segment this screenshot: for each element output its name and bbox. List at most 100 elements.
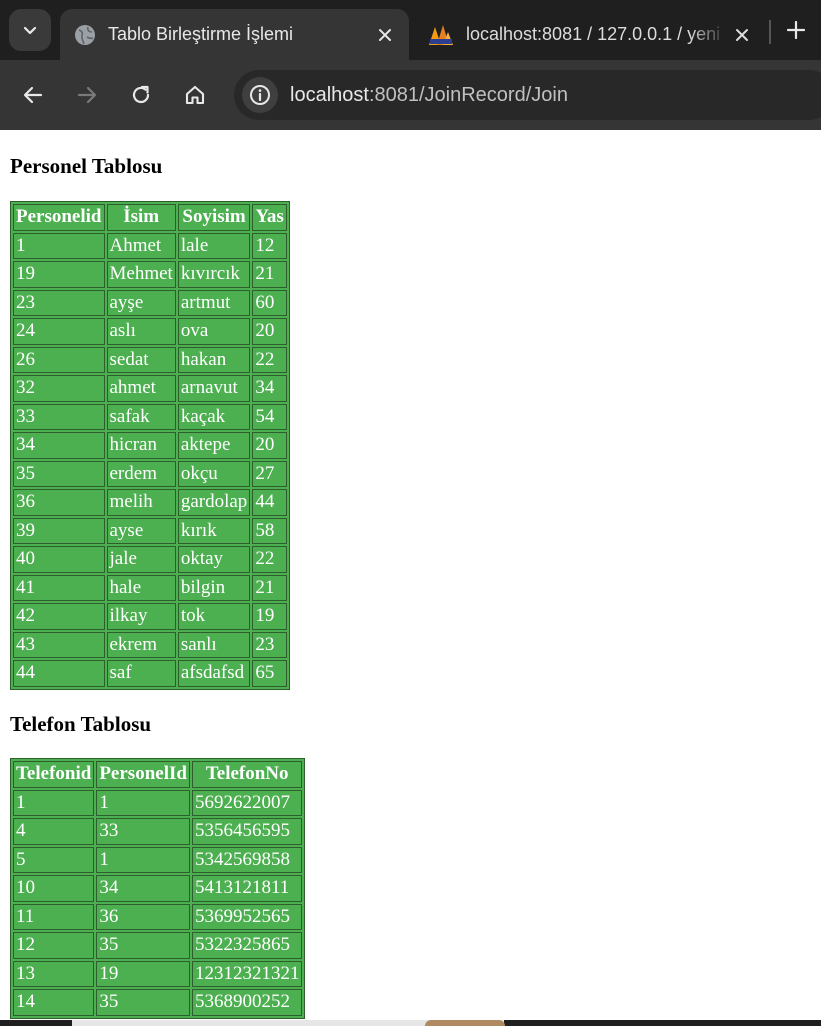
table-cell: 5 xyxy=(13,846,95,873)
table-row: 26 sedat hakan 22 xyxy=(13,346,287,373)
table-cell: oktay xyxy=(177,546,251,573)
forward-button[interactable] xyxy=(71,79,103,111)
back-button[interactable] xyxy=(17,79,49,111)
arrow-left-icon xyxy=(23,86,43,104)
table-cell: 10 xyxy=(13,875,95,902)
table-cell: bilgin xyxy=(177,574,251,601)
column-header: Telefonid xyxy=(13,761,95,788)
table-cell: 44 xyxy=(252,489,287,516)
table-cell: 24 xyxy=(13,318,105,345)
tab-title: localhost:8081 / 127.0.0.1 / yeni xyxy=(466,24,721,44)
table-cell: ayse xyxy=(106,517,176,544)
table-cell: 34 xyxy=(13,432,105,459)
home-icon xyxy=(185,85,205,105)
table-cell: 36 xyxy=(96,903,190,930)
plus-icon xyxy=(787,21,805,39)
table-cell: melih xyxy=(106,489,176,516)
tab-title: Tablo Birleştirme İşlemi xyxy=(108,24,294,44)
globe-icon xyxy=(75,24,95,45)
table-cell: 12 xyxy=(13,932,95,959)
close-icon xyxy=(736,28,748,41)
table-row: 32 ahmet arnavut 34 xyxy=(13,375,287,402)
personel-table: Personelid İsim Soyisim Yas 1 Ahmet lale 12 19 M… xyxy=(10,201,290,690)
table-cell: 65 xyxy=(252,660,287,687)
table-row: 11 36 5369952565 xyxy=(13,903,303,930)
table-cell: artmut xyxy=(177,289,251,316)
table-row: 43 ekrem sanlı 23 xyxy=(13,631,287,658)
table-cell: 34 xyxy=(96,875,190,902)
tab-search-button[interactable] xyxy=(9,9,51,51)
new-tab-button[interactable] xyxy=(780,14,812,46)
table-row: 33 safak kaçak 54 xyxy=(13,403,287,430)
table-cell: ekrem xyxy=(106,631,176,658)
table-cell: 13 xyxy=(13,960,95,987)
table-row: 5 1 5342569858 xyxy=(13,846,303,873)
info-icon xyxy=(250,85,270,105)
tab-join-page[interactable]: Tablo Birleştirme İşlemi xyxy=(60,9,409,60)
table-cell: 40 xyxy=(13,546,105,573)
table-cell: 1 xyxy=(13,789,95,816)
column-header: PersonelId xyxy=(96,761,190,788)
site-info-button[interactable] xyxy=(242,77,278,113)
table-cell: 19 xyxy=(13,261,105,288)
arrow-right-icon xyxy=(77,86,97,104)
table-cell: 34 xyxy=(252,375,287,402)
tab-close-button[interactable] xyxy=(728,21,756,49)
url-text: localhost:8081/JoinRecord/Join xyxy=(290,84,568,107)
table-row: 39 ayse kırık 58 xyxy=(13,517,287,544)
table-cell: 42 xyxy=(13,603,105,630)
table-cell: 23 xyxy=(252,631,287,658)
table-cell: 32 xyxy=(13,375,105,402)
table-cell: 44 xyxy=(13,660,105,687)
tab-phpmyadmin[interactable]: localhost:8081 / 127.0.0.1 / yeni xyxy=(416,9,766,60)
table-cell: 12 xyxy=(252,232,287,259)
table-cell: 36 xyxy=(13,489,105,516)
table-cell: 39 xyxy=(13,517,105,544)
table-cell: okçu xyxy=(177,460,251,487)
table-header-row: Telefonid PersonelId TelefonNo xyxy=(13,761,303,788)
reload-icon xyxy=(132,85,150,104)
table-cell: aktepe xyxy=(177,432,251,459)
address-bar[interactable]: localhost:8081/JoinRecord/Join xyxy=(234,70,821,120)
phpmyadmin-icon xyxy=(429,24,453,45)
taskbar-thumbnail xyxy=(425,1020,505,1026)
table-cell: afsdafsd xyxy=(177,660,251,687)
table-row: 42 ilkay tok 19 xyxy=(13,603,287,630)
taskbar-strip xyxy=(0,1020,821,1026)
table-row: 13 19 12312321321 xyxy=(13,960,303,987)
table-cell: Ahmet xyxy=(106,232,176,259)
table-row: 35 erdem okçu 27 xyxy=(13,460,287,487)
table-cell: 11 xyxy=(13,903,95,930)
table-cell: erdem xyxy=(106,460,176,487)
table-cell: 26 xyxy=(13,346,105,373)
table-row: 34 hicran aktepe 20 xyxy=(13,432,287,459)
table-cell: 5413121811 xyxy=(191,875,303,902)
table-row: 40 jale oktay 22 xyxy=(13,546,287,573)
table-cell: 14 xyxy=(13,989,95,1016)
browser-toolbar: localhost:8081/JoinRecord/Join xyxy=(0,60,821,130)
home-button[interactable] xyxy=(179,79,211,111)
table-row: 24 aslı ova 20 xyxy=(13,318,287,345)
table-cell: 22 xyxy=(252,346,287,373)
table-cell: hale xyxy=(106,574,176,601)
table-cell: safak xyxy=(106,403,176,430)
table-cell: 60 xyxy=(252,289,287,316)
table-cell: 41 xyxy=(13,574,105,601)
table-cell: 33 xyxy=(96,818,190,845)
table-row: 41 hale bilgin 21 xyxy=(13,574,287,601)
column-header: Soyisim xyxy=(177,204,251,231)
table-row: 1 Ahmet lale 12 xyxy=(13,232,287,259)
column-header: Personelid xyxy=(13,204,105,231)
table-header-row: Personelid İsim Soyisim Yas xyxy=(13,204,287,231)
tab-strip: Tablo Birleştirme İşlemi localhost:8081 … xyxy=(0,0,821,60)
table-cell: sanlı xyxy=(177,631,251,658)
tab-close-button[interactable] xyxy=(371,21,399,49)
table-cell: 35 xyxy=(96,989,190,1016)
table-cell: 21 xyxy=(252,574,287,601)
table-cell: jale xyxy=(106,546,176,573)
table-cell: hicran xyxy=(106,432,176,459)
table-cell: 35 xyxy=(96,932,190,959)
reload-button[interactable] xyxy=(125,79,157,111)
table-cell: 19 xyxy=(96,960,190,987)
table-cell: ova xyxy=(177,318,251,345)
